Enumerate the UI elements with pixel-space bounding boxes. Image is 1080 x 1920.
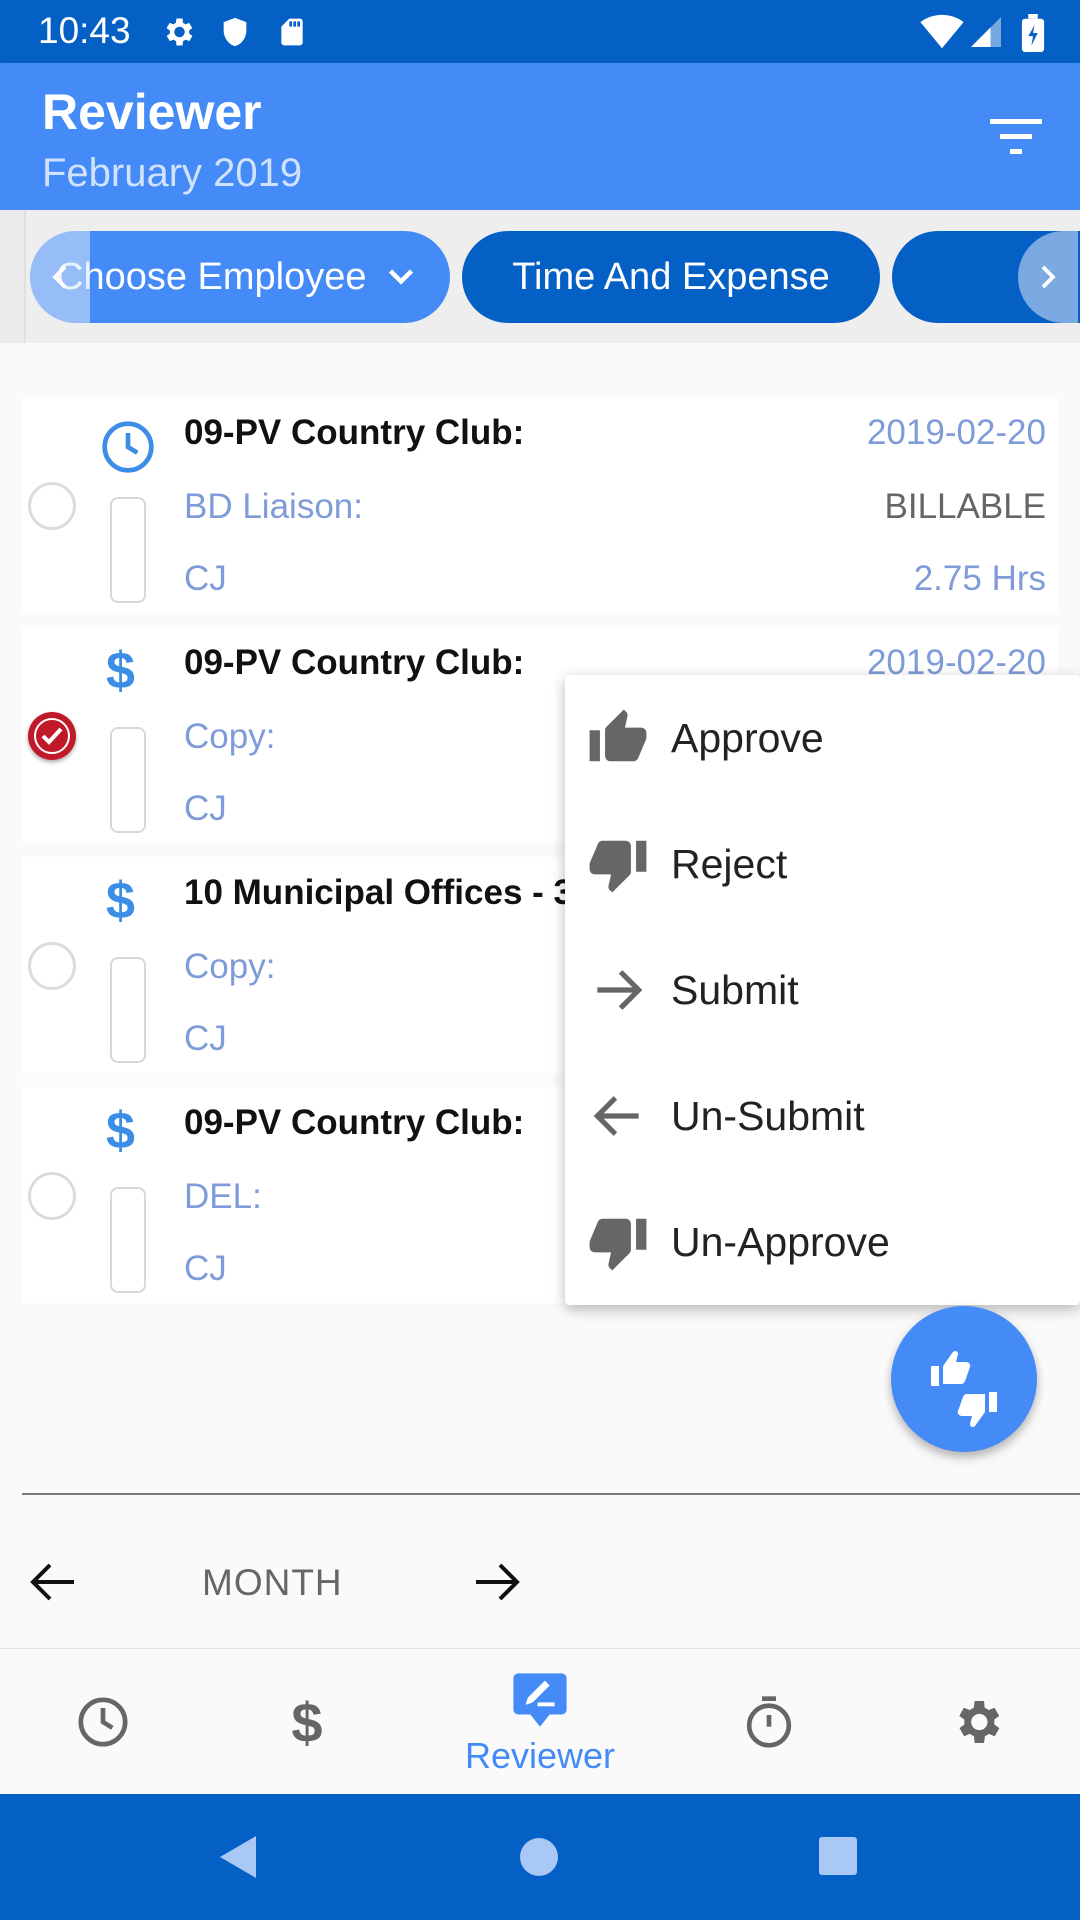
recents-icon[interactable] (818, 1836, 858, 1876)
clock-icon (78, 1697, 128, 1747)
chevron-right-icon (1041, 265, 1056, 289)
unsubmit-menu-item[interactable]: Un-Submit (565, 1053, 1080, 1179)
nav-expense[interactable]: $ (262, 1649, 352, 1795)
bottom-nav: $ Reviewer (0, 1648, 1080, 1794)
item-title: 10 Municipal Offices - 3 (184, 873, 573, 912)
time-and-expense-chip[interactable]: Time And Expense (462, 231, 880, 323)
item-select-radio[interactable] (28, 1172, 76, 1220)
filter-icon[interactable] (990, 115, 1042, 159)
nav-settings[interactable] (932, 1649, 1022, 1795)
unapprove-menu-item[interactable]: Un-Approve (565, 1179, 1080, 1305)
submit-label: Submit (671, 966, 799, 1013)
nav-time[interactable] (58, 1649, 148, 1795)
attachment-placeholder (110, 957, 146, 1063)
dollar-icon: $ (106, 1102, 135, 1160)
system-nav-bar (0, 1794, 1080, 1920)
approve-label: Approve (671, 714, 824, 761)
next-month-button[interactable] (474, 1560, 522, 1604)
time-and-expense-label: Time And Expense (512, 255, 830, 298)
item-task: Copy: (184, 947, 276, 986)
page-subtitle: February 2019 (42, 151, 303, 195)
status-time: 10:43 (38, 10, 131, 51)
unapprove-label: Un-Approve (671, 1218, 890, 1265)
nav-timer[interactable] (724, 1649, 814, 1795)
item-title: 09-PV Country Club: (184, 643, 525, 682)
app-bar: Reviewer February 2019 (0, 63, 1080, 210)
chevron-down-icon (388, 269, 413, 285)
attachment-placeholder (110, 497, 146, 603)
choose-employee-label: Choose Employee (56, 255, 367, 298)
divider (22, 1493, 1080, 1495)
item-employee: CJ (184, 789, 227, 828)
settings-icon (959, 1701, 1000, 1743)
dollar-icon: $ (106, 642, 135, 700)
chevron-left-icon (52, 265, 67, 289)
sd-card-icon (281, 18, 303, 46)
shield-icon (223, 17, 247, 47)
unsubmit-label: Un-Submit (671, 1092, 865, 1139)
item-hours: 2.75 Hrs (913, 559, 1046, 598)
list-item[interactable]: 09-PV Country Club: BD Liaison: CJ 2019-… (22, 397, 1058, 613)
wifi-icon (920, 14, 964, 49)
review-actions-fab[interactable] (891, 1306, 1037, 1452)
clock-icon (102, 421, 154, 473)
thumb-up-icon (589, 709, 647, 762)
item-select-radio[interactable] (28, 942, 76, 990)
previous-month-button[interactable] (28, 1560, 76, 1604)
home-icon[interactable] (518, 1836, 560, 1878)
dollar-icon: $ (291, 1690, 323, 1754)
dollar-icon: $ (106, 872, 135, 930)
thumb-down-icon (589, 840, 647, 893)
item-select-radio-checked[interactable] (28, 712, 76, 760)
reviewer-icon (513, 1673, 567, 1727)
item-date: 2019-02-20 (866, 413, 1046, 452)
month-label: MONTH (202, 1562, 343, 1603)
item-task: Copy: (184, 717, 276, 756)
settings-icon (166, 18, 193, 46)
item-title: 09-PV Country Club: (184, 1103, 525, 1142)
arrow-left-icon (593, 1096, 639, 1136)
item-employee: CJ (184, 1019, 227, 1058)
status-bar: 10:43 (0, 0, 1080, 63)
submit-menu-item[interactable]: Submit (565, 927, 1080, 1053)
thumbs-up-down-icon (931, 1350, 997, 1428)
battery-icon (1021, 14, 1045, 52)
nav-reviewer-label: Reviewer (464, 1735, 616, 1776)
reject-menu-item[interactable]: Reject (565, 801, 1080, 927)
page-title: Reviewer (42, 84, 262, 140)
attachment-placeholder (110, 1187, 146, 1293)
item-employee: CJ (184, 1249, 227, 1288)
arrow-right-icon (597, 970, 643, 1010)
reject-label: Reject (671, 840, 788, 887)
item-task: DEL: (184, 1177, 262, 1216)
back-icon[interactable] (218, 1834, 258, 1880)
thumb-down-icon (589, 1218, 647, 1271)
item-select-radio[interactable] (28, 482, 76, 530)
filter-chip-bar: Choose Employee Time And Expense (0, 210, 1080, 343)
approve-menu-item[interactable]: Approve (565, 675, 1080, 801)
review-action-menu: Approve Reject Submit Un-Submit Un-Appro… (565, 675, 1080, 1305)
item-employee: CJ (184, 559, 227, 598)
checkmark-icon (34, 718, 70, 754)
item-title: 09-PV Country Club: (184, 413, 525, 452)
attachment-placeholder (110, 727, 146, 833)
signal-icon (971, 17, 1001, 47)
item-task: BD Liaison: (184, 487, 363, 526)
choose-employee-chip[interactable]: Choose Employee (30, 231, 450, 323)
screen: 10:43 Reviewer February 2019 Choose Empl… (0, 0, 1080, 1920)
timer-icon (746, 1696, 792, 1748)
item-status: BILLABLE (884, 487, 1047, 526)
